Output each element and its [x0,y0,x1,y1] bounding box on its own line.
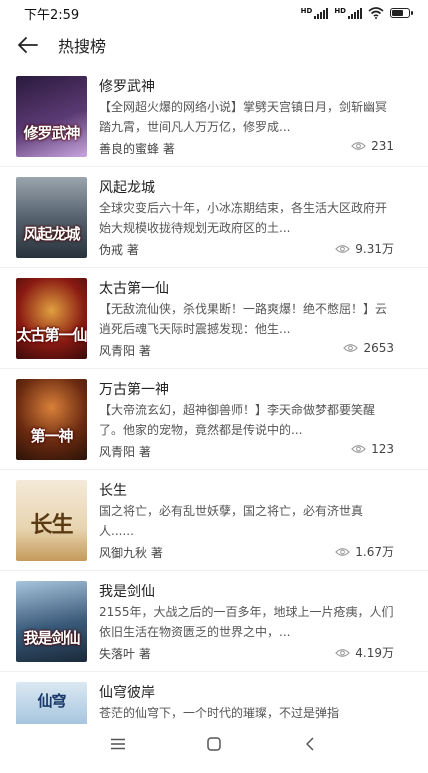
book-author: 善良的蜜蜂 著 [99,142,175,156]
book-title: 我是剑仙 [99,584,155,600]
eye-icon [351,142,366,150]
book-title: 长生 [99,483,127,499]
home-button[interactable] [199,729,229,759]
eye-icon [335,648,351,657]
status-time: 下午2:59 [24,7,80,23]
book-title: 风起龙城 [99,180,155,196]
signal-icon: HD [301,7,329,19]
book-author: 风青阳 著 [99,344,151,358]
book-item[interactable]: 我是剑仙 我是剑仙 2155年，大战之后的一百多年，地球上一片疮痍，人们依旧生活… [0,571,428,672]
book-title: 修罗武神 [99,79,155,95]
square-home-icon [207,737,221,751]
eye-icon [335,244,351,253]
eye-icon [343,344,359,352]
book-description: 【全网超火爆的网络小说】掌劈天宫镇日月，剑斩幽冥踏九霄，世间凡人万万亿，修罗成.… [99,100,388,134]
book-author: 失落叶 著 [99,647,151,661]
book-description: 国之将亡，必有乱世妖孽，国之将亡，必有济世真人...... [99,504,364,538]
book-description: 【大帝流玄幻，超神御兽师！】李天命做梦都要笑醒了。他家的宠物，竟然都是传说中的.… [99,403,376,437]
book-title: 万古第一神 [99,382,169,398]
triangle-back-icon [306,737,314,751]
book-cover: 风起龙城 [16,177,87,258]
view-count: 9.31万 [335,240,394,257]
battery-icon [390,8,413,18]
eye-icon [351,445,366,453]
wifi-icon [368,7,384,19]
book-description: 【无敌流仙侠，杀伐果断！一路爽爆！绝不憋屈！】云逍死后魂飞天际时震撼发现：他生.… [99,302,388,336]
arrow-left-icon [18,37,38,53]
book-cover: 我是剑仙 [16,581,87,662]
book-cover: 第一神 [16,379,87,460]
menu-button[interactable] [103,729,133,759]
eye-icon [335,547,351,556]
book-description: 2155年，大战之后的一百多年，地球上一片疮痍，人们依旧生活在物资匮乏的世界之中… [99,605,394,639]
book-item[interactable]: 修罗武神 修罗武神 【全网超火爆的网络小说】掌劈天宫镇日月，剑斩幽冥踏九霄，世间… [0,66,428,167]
book-cover: 太古第一仙 [16,278,87,359]
book-author: 风御九秋 著 [99,546,163,560]
book-item[interactable]: 太古第一仙 太古第一仙 【无敌流仙侠，杀伐果断！一路爽爆！绝不憋屈！】云逍死后魂… [0,268,428,369]
page-title: 热搜榜 [58,37,107,56]
signal-icon: HD [334,7,362,19]
book-item[interactable]: 风起龙城 风起龙城 全球灾变后六十年，小冰冻期结束，各生活大区政府开始大规模收拢… [0,167,428,268]
book-author: 伪戒 著 [99,243,139,257]
back-button[interactable] [16,33,40,57]
book-cover: 长生 [16,480,87,561]
book-list: 修罗武神 修罗武神 【全网超火爆的网络小说】掌劈天宫镇日月，剑斩幽冥踏九霄，世间… [0,66,428,773]
book-description: 全球灾变后六十年，小冰冻期结束，各生活大区政府开始大规模收拢待规划无政府区的土.… [99,201,388,235]
view-count: 231 [351,139,394,153]
book-item[interactable]: 长生 长生 国之将亡，必有乱世妖孽，国之将亡，必有济世真人...... 风御九秋… [0,470,428,571]
book-cover: 修罗武神 [16,76,87,157]
menu-icon [111,738,125,750]
book-title: 仙穹彼岸 [99,685,155,701]
book-item[interactable]: 第一神 万古第一神 【大帝流玄幻，超神御兽师！】李天命做梦都要笑醒了。他家的宠物… [0,369,428,470]
header: 热搜榜 [0,26,428,64]
status-icons: HD HD [301,7,413,19]
status-bar: 下午2:59 HD HD [0,0,428,26]
book-title: 太古第一仙 [99,281,169,297]
system-nav-bar [0,724,428,764]
book-author: 风青阳 著 [99,445,151,459]
nav-back-button[interactable] [295,729,325,759]
view-count: 123 [351,442,394,456]
view-count: 2653 [343,341,394,355]
view-count: 4.19万 [335,644,394,661]
view-count: 1.67万 [335,543,394,560]
